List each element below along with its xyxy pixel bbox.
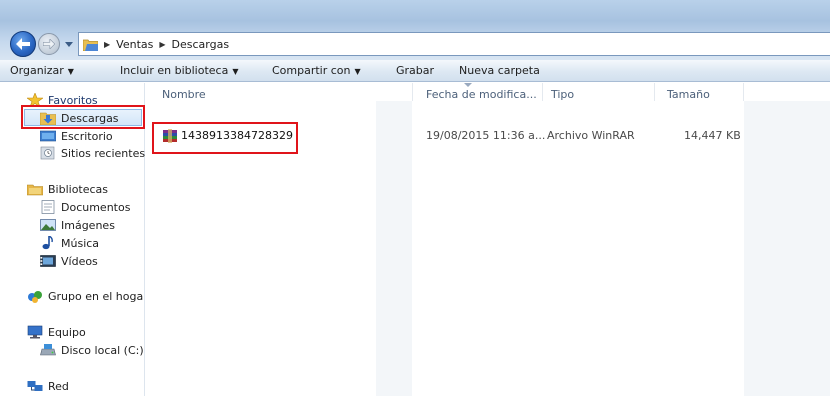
file-type: Archivo WinRAR (547, 129, 635, 142)
column-header-name[interactable]: Nombre (162, 88, 206, 101)
column-header-type[interactable]: Tipo (551, 88, 574, 101)
back-button[interactable] (10, 31, 36, 57)
breadcrumb-separator[interactable]: ▶ (159, 40, 165, 49)
sidebar-item-documents[interactable]: Documentos (40, 199, 130, 215)
network-icon (27, 379, 43, 393)
videos-icon (40, 254, 56, 268)
sidebar-item-desktop[interactable]: Escritorio (39, 128, 113, 144)
sidebar-item-label: Imágenes (61, 218, 115, 232)
sidebar-item-label: Red (48, 379, 69, 393)
sidebar-item-local-disk[interactable]: Disco local (C:) (40, 342, 144, 358)
sidebar-item-label: Música (61, 236, 100, 250)
folder-icon (82, 38, 99, 51)
burn-button[interactable]: Grabar (396, 64, 434, 77)
desktop-icon (39, 129, 57, 143)
include-label: Incluir en biblioteca (120, 64, 229, 77)
libraries-icon (26, 182, 44, 196)
file-size: 14,447 KB (684, 129, 741, 142)
breadcrumb-separator[interactable]: ▶ (104, 40, 110, 49)
highlight-box-file (152, 122, 298, 154)
chevron-down-icon: ▼ (354, 67, 361, 76)
sidebar-item-label: Vídeos (61, 254, 98, 268)
new-folder-button[interactable]: Nueva carpeta (459, 64, 540, 77)
organize-label: Organizar (10, 64, 64, 77)
computer-icon (27, 325, 43, 339)
forward-button[interactable] (38, 33, 60, 55)
chevron-down-icon: ▼ (232, 67, 239, 76)
file-list-pane: Nombre Fecha de modifica... Tipo Tamaño … (146, 83, 830, 396)
sidebar-item-music[interactable]: Música (40, 235, 99, 251)
sidebar-item-pictures[interactable]: Imágenes (40, 217, 115, 233)
chevron-down-icon (65, 41, 73, 47)
sidebar-item-label: Disco local (C:) (61, 343, 144, 357)
share-with-button[interactable]: Compartir con ▼ (272, 64, 361, 77)
address-bar[interactable]: ▶ Ventas ▶ Descargas (78, 32, 830, 56)
sidebar-item-label: Equipo (48, 325, 86, 339)
sidebar-item-label: Sitios recientes (61, 146, 146, 160)
sort-indicator-icon (464, 83, 472, 87)
breadcrumb-descargas[interactable]: Descargas (172, 38, 230, 51)
sidebar-item-label: Escritorio (61, 129, 113, 143)
documents-icon (40, 200, 56, 214)
column-divider[interactable] (654, 83, 655, 101)
sidebar-item-libraries[interactable]: Bibliotecas (26, 181, 109, 197)
column-divider[interactable] (743, 83, 744, 101)
share-label: Compartir con (272, 64, 351, 77)
sidebar-item-label: Bibliotecas (48, 182, 109, 196)
column-header-date[interactable]: Fecha de modifica... (426, 88, 537, 101)
back-arrow-icon (16, 38, 30, 50)
breadcrumb-ventas[interactable]: Ventas (116, 38, 153, 51)
sidebar-item-videos[interactable]: Vídeos (40, 253, 98, 269)
navigation-pane: Favoritos Descargas Escritorio Sitios re… (0, 83, 145, 396)
column-divider[interactable] (412, 83, 413, 101)
sidebar-item-homegroup[interactable]: Grupo en el hoga (27, 288, 143, 304)
recent-pages-dropdown[interactable] (63, 37, 75, 51)
homegroup-icon (27, 289, 43, 303)
hard-disk-icon (40, 343, 56, 357)
window-titlebar: ▶ Ventas ▶ Descargas (0, 0, 830, 60)
organize-button[interactable]: Organizar ▼ (10, 64, 74, 77)
sidebar-item-network[interactable]: Red (27, 378, 69, 394)
sidebar-item-computer[interactable]: Equipo (27, 324, 86, 340)
chevron-down-icon: ▼ (67, 67, 74, 76)
include-in-library-button[interactable]: Incluir en biblioteca ▼ (120, 64, 239, 77)
column-divider[interactable] (542, 83, 543, 101)
music-note-icon (40, 235, 56, 250)
sidebar-item-recent-places[interactable]: Sitios recientes (40, 145, 145, 161)
command-toolbar: Organizar ▼ Incluir en biblioteca ▼ Compar… (0, 60, 830, 82)
forward-arrow-icon (43, 39, 55, 49)
highlight-box-downloads (21, 105, 145, 129)
pictures-icon (40, 218, 56, 232)
column-header-size[interactable]: Tamaño (667, 88, 710, 101)
file-date: 19/08/2015 11:36 a... (426, 129, 546, 142)
sidebar-item-label: Grupo en el hoga (48, 289, 144, 303)
sidebar-item-label: Documentos (61, 200, 131, 214)
recent-places-icon (40, 146, 56, 160)
